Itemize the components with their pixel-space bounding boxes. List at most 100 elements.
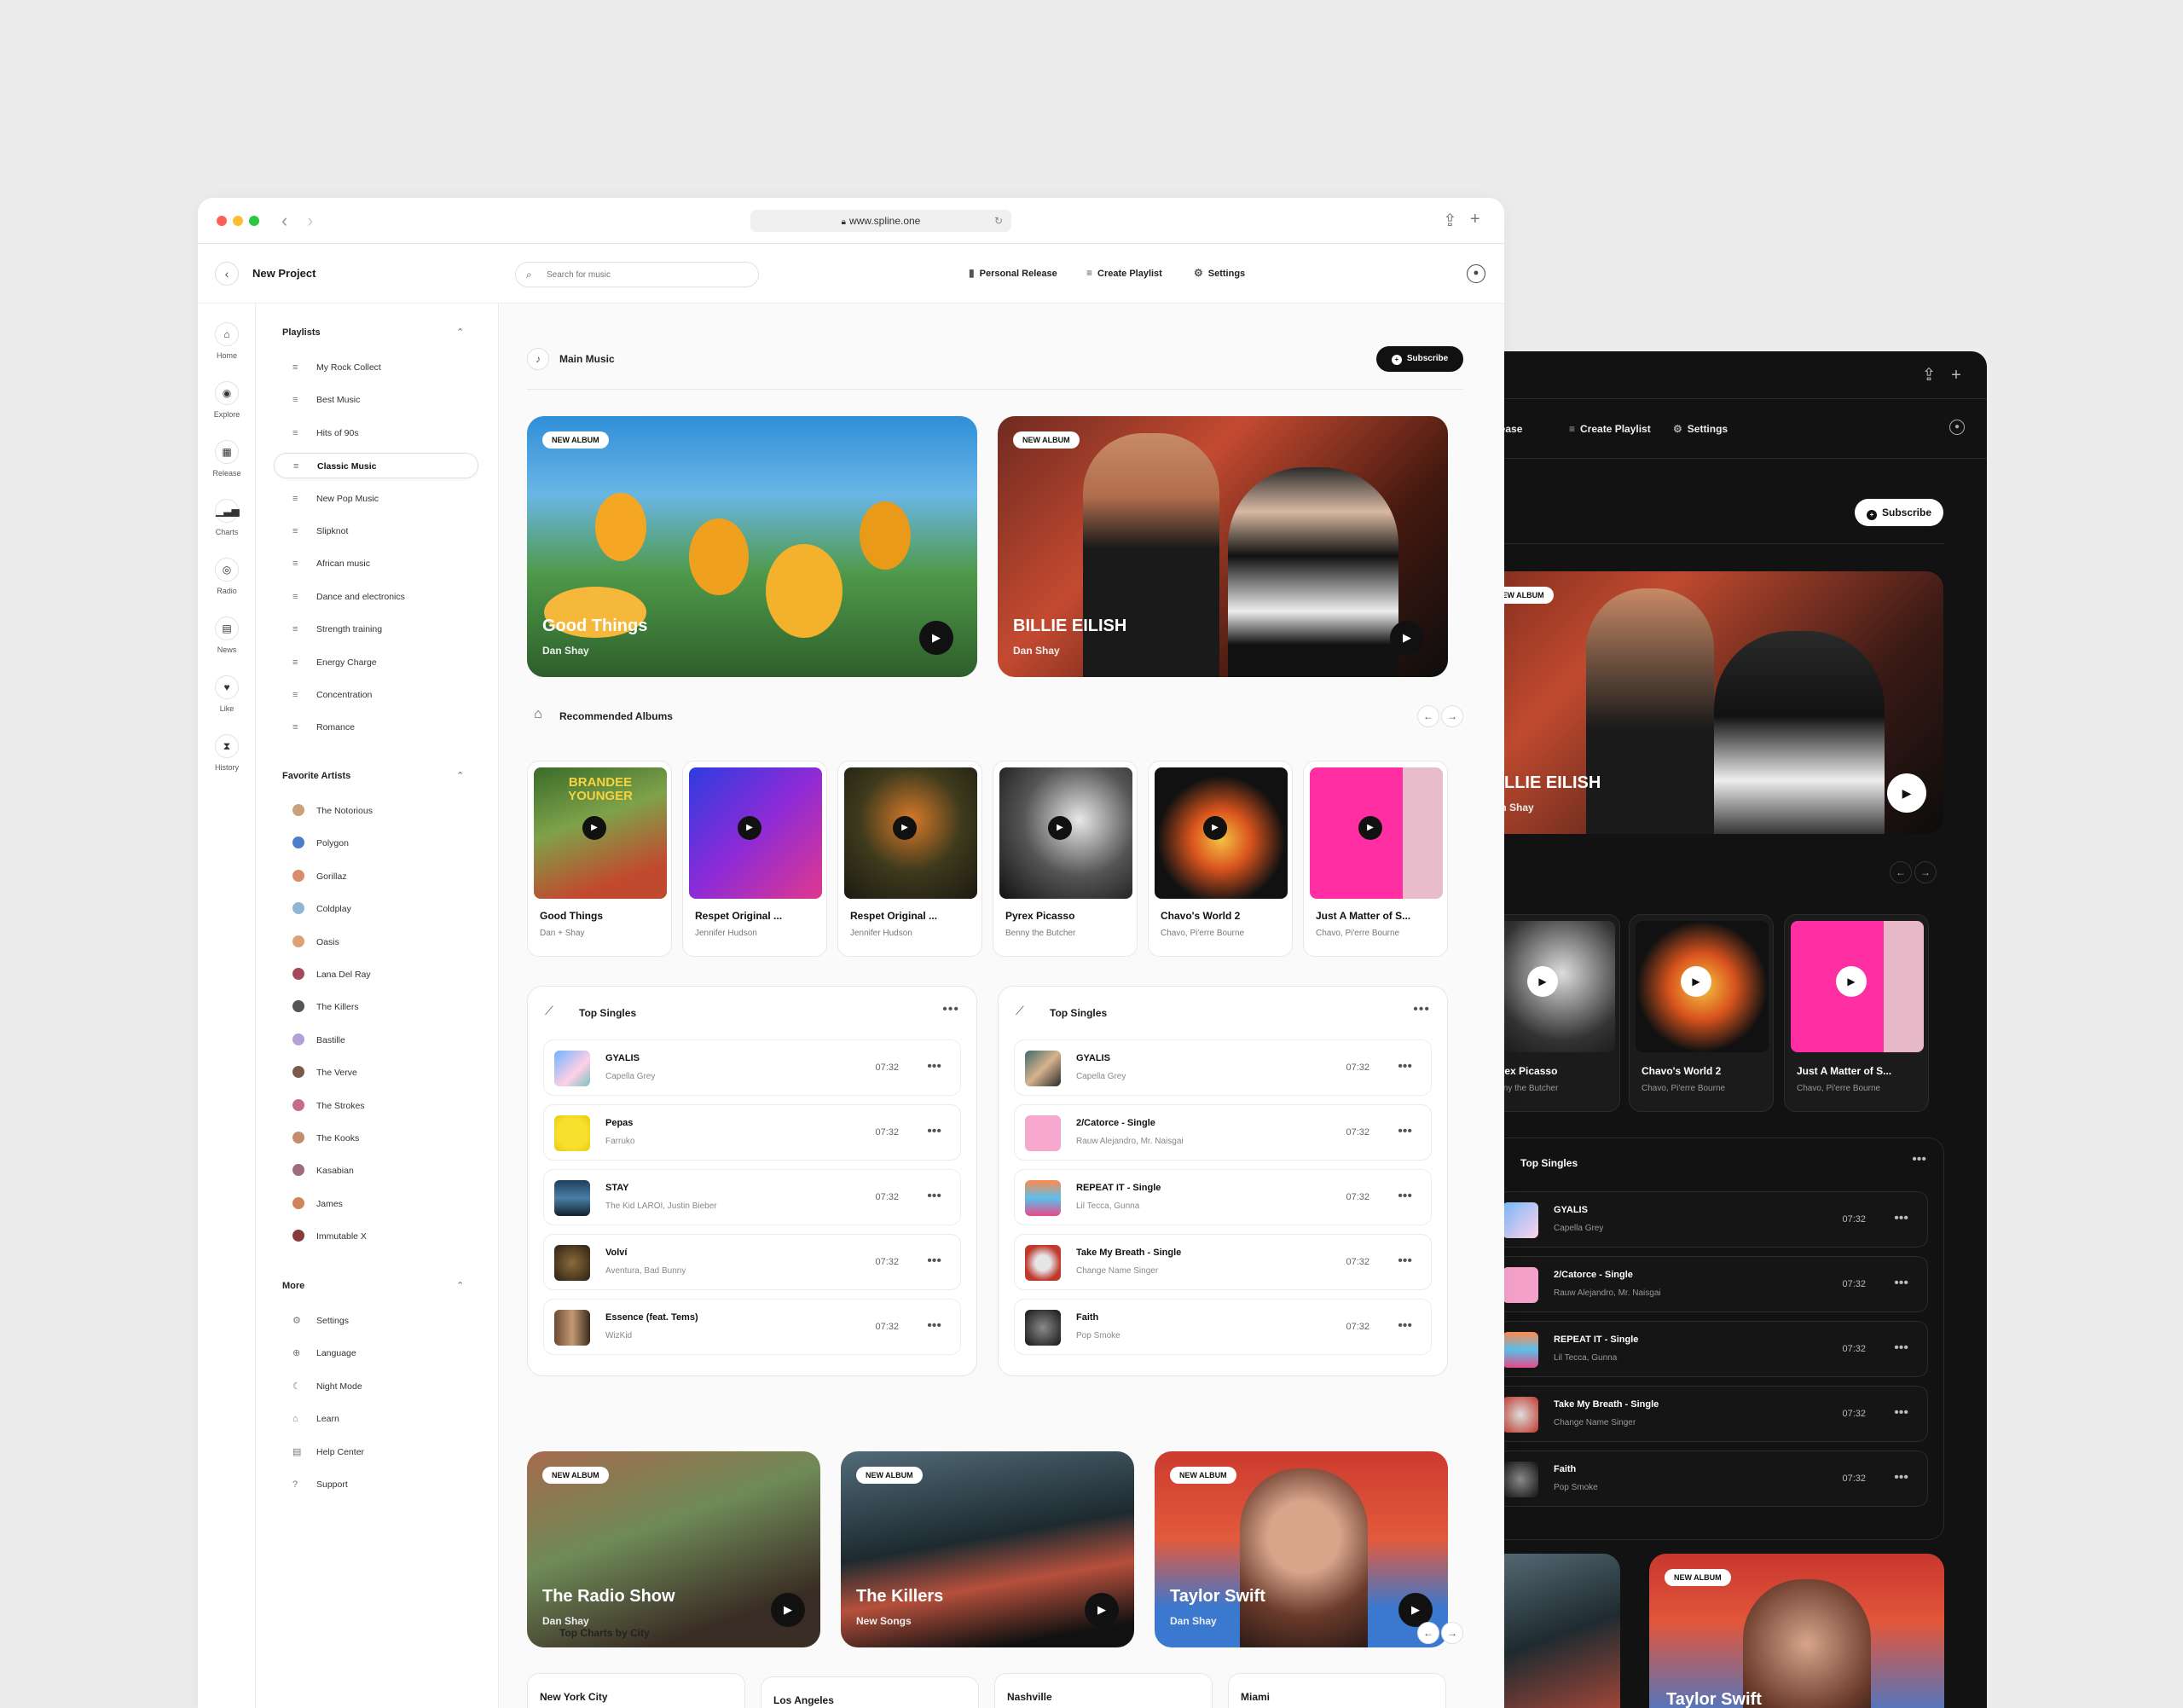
play-button[interactable]: ▶: [1836, 966, 1867, 997]
sidebar-artist-item[interactable]: Immutable X: [274, 1224, 478, 1249]
album-card[interactable]: ▶ Respet Original ... Jennifer Hudson: [682, 761, 827, 957]
more-options-icon[interactable]: •••: [1894, 1405, 1908, 1421]
track-row[interactable]: Take My Breath - Single Change Name Sing…: [1491, 1386, 1928, 1442]
track-row[interactable]: GYALIS Capella Grey 07:32 •••: [1491, 1191, 1928, 1248]
sidebar-artist-item[interactable]: Polygon: [274, 831, 478, 856]
more-options-icon[interactable]: •••: [927, 1124, 941, 1139]
search-bar[interactable]: ⌕: [515, 262, 759, 287]
rail-history[interactable]: ⧗ History: [198, 734, 256, 772]
album-card[interactable]: ▶ Just A Matter of S... Chavo, Pi'erre B…: [1303, 761, 1448, 957]
track-row[interactable]: GYALIS Capella Grey 07:32 •••: [1014, 1039, 1432, 1096]
dark-nav-create-playlist[interactable]: ≡ Create Playlist: [1569, 423, 1651, 435]
play-button[interactable]: ▶: [1048, 816, 1072, 840]
play-button[interactable]: ▶: [1681, 966, 1711, 997]
play-button[interactable]: ▶: [919, 621, 953, 655]
dark-subscribe-button[interactable]: + Subscribe: [1855, 499, 1943, 526]
dark-banner-taylor[interactable]: NEW ALBUM Taylor Swift: [1649, 1554, 1944, 1708]
sidebar-playlist-item[interactable]: ≡ African music: [274, 551, 478, 576]
album-card[interactable]: ▶ Respet Original ... Jennifer Hudson: [837, 761, 982, 957]
sidebar-artist-item[interactable]: The Notorious: [274, 798, 478, 824]
sidebar-artist-item[interactable]: Bastille: [274, 1028, 478, 1053]
sidebar-playlist-item[interactable]: ≡ Slipknot: [274, 518, 478, 544]
chevron-up-icon[interactable]: ⌃: [456, 770, 464, 781]
prev-arrow-button[interactable]: ←: [1890, 861, 1912, 883]
hero-card-good-things[interactable]: NEW ALBUM Good Things Dan Shay ▶: [527, 416, 977, 677]
rail-release[interactable]: ▦ Release: [198, 440, 256, 478]
share-icon[interactable]: ⇪: [1443, 210, 1457, 231]
rail-radio[interactable]: ◎ Radio: [198, 558, 256, 595]
browser-forward-icon[interactable]: ›: [307, 210, 313, 232]
close-window-button[interactable]: [217, 216, 227, 226]
track-row[interactable]: Faith Pop Smoke 07:32 •••: [1014, 1299, 1432, 1355]
city-card[interactable]: Miami: [1228, 1673, 1446, 1708]
more-options-icon[interactable]: •••: [1398, 1059, 1412, 1074]
album-card[interactable]: ▶ Chavo's World 2 Chavo, Pi'erre Bourne: [1148, 761, 1293, 957]
sidebar-artist-item[interactable]: James: [274, 1191, 478, 1217]
sidebar-artist-item[interactable]: Kasabian: [274, 1158, 478, 1184]
album-card[interactable]: ▶ Pyrex Picasso Benny the Butcher: [1484, 914, 1620, 1112]
city-card[interactable]: Los Angeles: [761, 1676, 979, 1708]
sidebar-artist-item[interactable]: Oasis: [274, 929, 478, 955]
sidebar-more-item[interactable]: ⌂ Learn: [274, 1406, 478, 1432]
play-button[interactable]: ▶: [1203, 816, 1227, 840]
track-row[interactable]: Pepas Farruko 07:32 •••: [543, 1104, 961, 1161]
city-card[interactable]: New York City: [527, 1673, 745, 1708]
play-button[interactable]: ▶: [1085, 1593, 1119, 1627]
more-options-icon[interactable]: •••: [1894, 1340, 1908, 1356]
play-button[interactable]: ▶: [582, 816, 606, 840]
nav-settings[interactable]: ⚙ Settings: [1194, 267, 1245, 279]
more-options-icon[interactable]: •••: [1398, 1318, 1412, 1334]
sidebar-playlist-item[interactable]: ≡ Concentration: [274, 682, 478, 708]
banner-card-radio-show[interactable]: NEW ALBUM The Radio Show Dan Shay ▶: [527, 1451, 820, 1647]
track-row[interactable]: Volví Aventura, Bad Bunny 07:32 •••: [543, 1234, 961, 1290]
more-options-icon[interactable]: •••: [927, 1253, 941, 1269]
new-tab-icon[interactable]: +: [1946, 365, 1966, 385]
new-tab-icon[interactable]: +: [1470, 210, 1480, 229]
more-options-icon[interactable]: •••: [927, 1059, 941, 1074]
sidebar-playlist-item[interactable]: ≡ Hits of 90s: [274, 420, 478, 446]
sidebar-artist-item[interactable]: Lana Del Ray: [274, 962, 478, 987]
banner-card-taylor-swift[interactable]: NEW ALBUM Taylor Swift Dan Shay ▶: [1155, 1451, 1448, 1647]
next-arrow-button[interactable]: →: [1914, 861, 1937, 883]
more-options-icon[interactable]: •••: [1398, 1253, 1412, 1269]
sidebar-more-item[interactable]: ☾ Night Mode: [274, 1374, 478, 1399]
prev-arrow-button[interactable]: ←: [1417, 705, 1439, 727]
more-options-icon[interactable]: •••: [1894, 1276, 1908, 1291]
rail-charts[interactable]: ▁▃▅ Charts: [198, 499, 256, 536]
address-bar[interactable]: 🔒︎ www.spline.one ↻: [750, 210, 1011, 232]
profile-icon[interactable]: ●: [1467, 264, 1485, 283]
share-icon[interactable]: ⇪: [1919, 365, 1939, 385]
prev-arrow-button[interactable]: ←: [1417, 1622, 1439, 1644]
sidebar-more-item[interactable]: ⚙ Settings: [274, 1308, 478, 1334]
play-button[interactable]: ▶: [893, 816, 917, 840]
sidebar-more-item[interactable]: ? Support: [274, 1472, 478, 1497]
next-arrow-button[interactable]: →: [1441, 705, 1463, 727]
nav-personal-release[interactable]: ▮ Personal Release: [969, 267, 1057, 279]
sidebar-artist-item[interactable]: The Killers: [274, 994, 478, 1020]
sidebar-artist-item[interactable]: Coldplay: [274, 896, 478, 922]
play-button[interactable]: ▶: [1390, 621, 1424, 655]
sidebar-playlist-item[interactable]: ≡ Dance and electronics: [274, 584, 478, 610]
more-options-icon[interactable]: •••: [1894, 1470, 1908, 1485]
album-card[interactable]: ▶ Chavo's World 2 Chavo, Pi'erre Bourne: [1629, 914, 1774, 1112]
rail-home[interactable]: ⌂ Home: [198, 322, 256, 360]
back-button[interactable]: ‹: [215, 262, 239, 286]
sidebar-more-item[interactable]: ⊕ Language: [274, 1340, 478, 1366]
sidebar-playlist-item[interactable]: ≡ Best Music: [274, 387, 478, 413]
rail-explore[interactable]: ◉ Explore: [198, 381, 256, 419]
more-options-icon[interactable]: •••: [1894, 1211, 1908, 1226]
more-options-icon[interactable]: •••: [1398, 1189, 1412, 1204]
browser-back-icon[interactable]: ‹: [281, 210, 287, 232]
play-button[interactable]: ▶: [738, 816, 761, 840]
dark-hero-card[interactable]: NEW ALBUM BILLIE EILISH Dan Shay ▶: [1484, 571, 1943, 834]
album-card[interactable]: BRANDEE YOUNGER ▶ Good Things Dan + Shay: [527, 761, 672, 957]
hero-card-billie-eilish[interactable]: NEW ALBUM BILLIE EILISH Dan Shay ▶: [998, 416, 1448, 677]
sidebar-playlist-item[interactable]: ≡ My Rock Collect: [274, 355, 478, 380]
album-card[interactable]: ▶ Just A Matter of S... Chavo, Pi'erre B…: [1784, 914, 1929, 1112]
next-arrow-button[interactable]: →: [1441, 1622, 1463, 1644]
sidebar-playlist-item[interactable]: ≡ Classic Music: [274, 453, 478, 479]
banner-card-partial[interactable]: [1484, 1554, 1620, 1708]
rail-news[interactable]: ▤ News: [198, 617, 256, 654]
more-options-icon[interactable]: •••: [1398, 1124, 1412, 1139]
track-row[interactable]: Take My Breath - Single Change Name Sing…: [1014, 1234, 1432, 1290]
